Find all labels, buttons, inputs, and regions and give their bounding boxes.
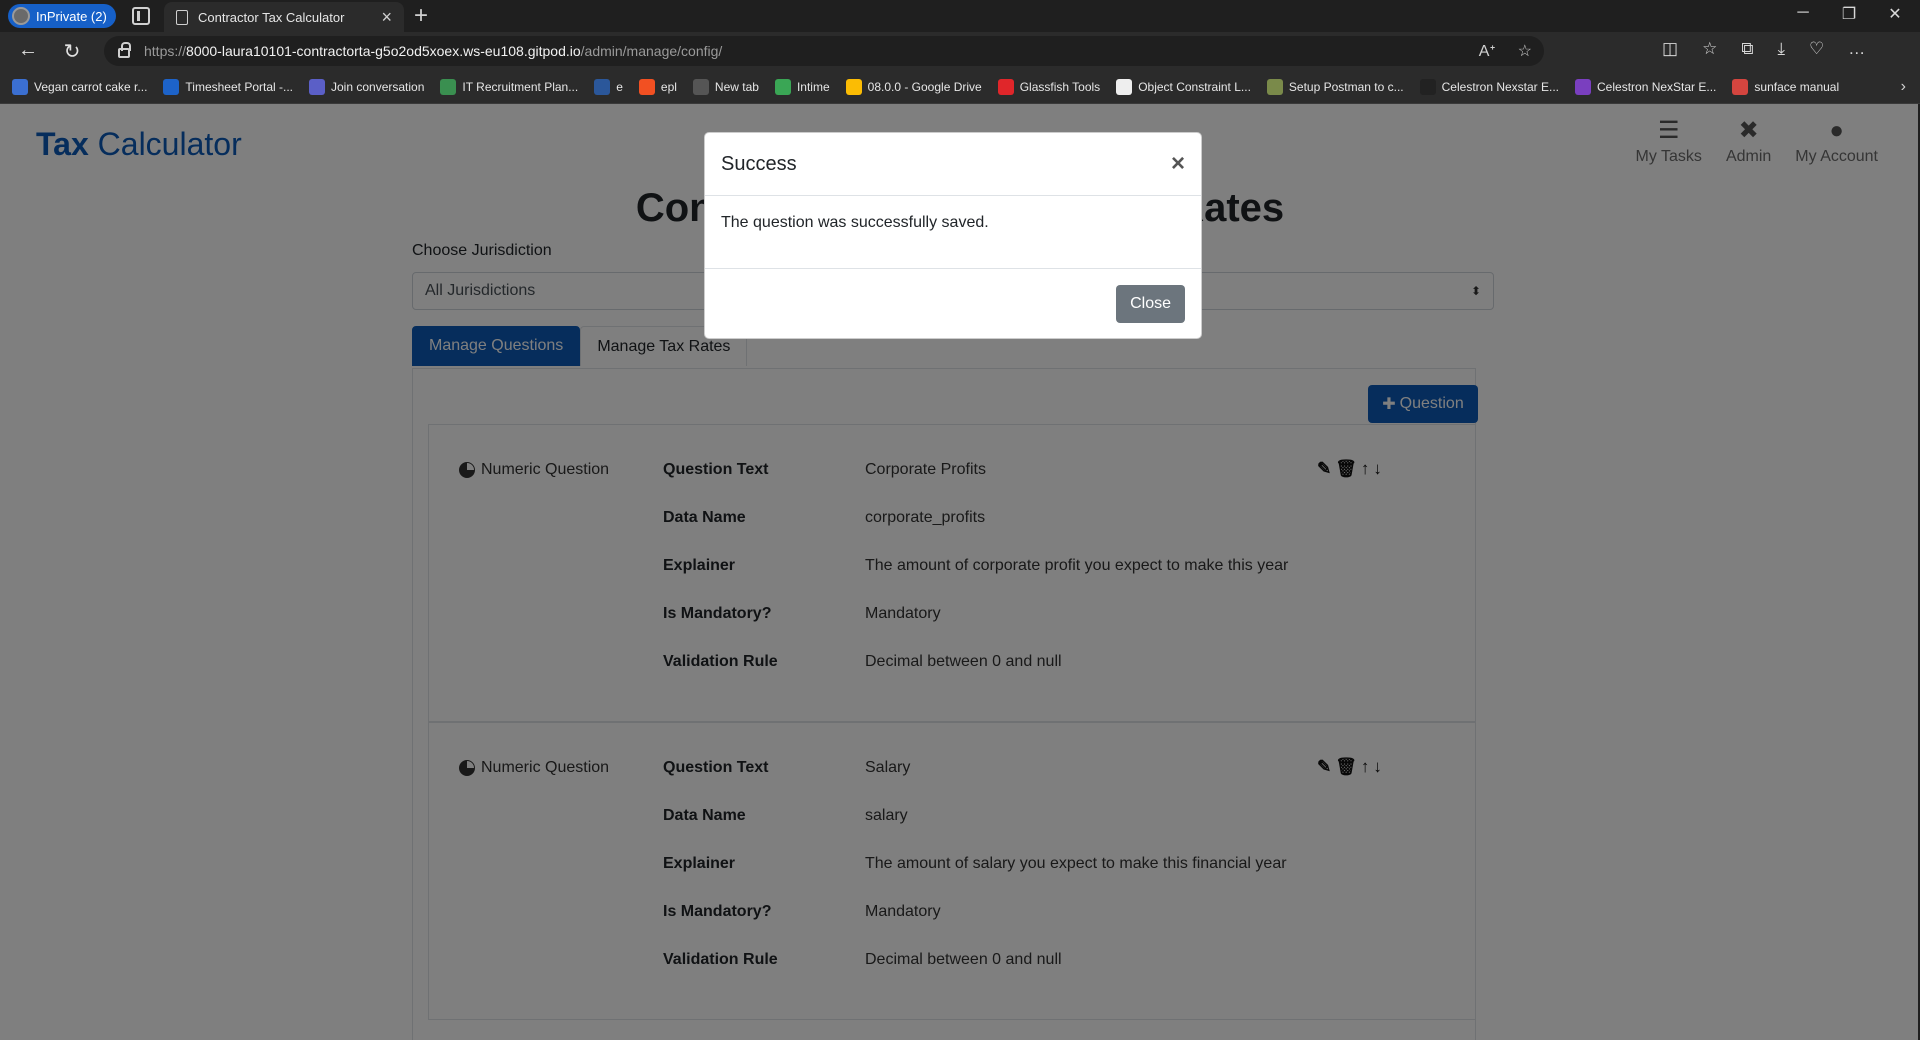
close-icon[interactable]: × (1171, 150, 1185, 178)
bookmark-favicon-icon (163, 78, 180, 95)
refresh-icon[interactable]: ↻ (58, 39, 86, 64)
performance-icon[interactable]: ♡ (1809, 39, 1824, 59)
browser-tab[interactable]: Contractor Tax Calculator × (164, 2, 404, 32)
bookmarks-bar: Vegan carrot cake r... Timesheet Portal -… (0, 70, 1920, 104)
url-path: /admin/manage/config/ (580, 43, 723, 59)
split-screen-icon[interactable]: ◫ (1662, 39, 1678, 59)
tab-title: Contractor Tax Calculator (198, 9, 345, 25)
bookmark-item[interactable]: Intime (774, 78, 830, 95)
bookmark-favicon-icon (309, 78, 325, 95)
bookmark-favicon-icon (1575, 78, 1592, 95)
bookmark-label: Setup Postman to c... (1288, 79, 1404, 94)
bookmark-favicon-icon (1419, 78, 1436, 95)
bookmark-label: Celestron NexStar E... (1597, 79, 1717, 94)
bookmarks-overflow-icon[interactable]: › (1901, 78, 1906, 96)
bookmark-label: New tab (714, 79, 759, 94)
bookmark-favicon-icon (1116, 78, 1133, 95)
bookmark-label: epl (660, 79, 677, 94)
modal-title: Success (721, 152, 797, 175)
modal-footer: Close (705, 269, 1201, 339)
browser-tab-strip: InPrivate (2) Contractor Tax Calculator … (0, 0, 1920, 32)
bookmark-label: Celestron Nexstar E... (1441, 79, 1560, 94)
bookmark-label: Timesheet Portal -... (185, 79, 293, 94)
bookmark-favicon-icon (1266, 78, 1283, 95)
modal-header: Success × (705, 133, 1201, 196)
modal-body: The question was successfully saved. (705, 196, 1201, 269)
downloads-icon[interactable]: ⤓ (1777, 39, 1785, 59)
bookmark-label: Glassfish Tools (1019, 79, 1101, 94)
bookmark-label: e (616, 79, 623, 94)
bookmark-label: IT Recruitment Plan... (462, 79, 579, 94)
bookmark-item[interactable]: IT Recruitment Plan... (440, 78, 579, 95)
minimize-icon[interactable]: ─ (1780, 4, 1826, 22)
bookmark-favicon-icon (774, 78, 791, 95)
bookmark-label: Vegan carrot cake r... (34, 79, 148, 94)
bookmark-item[interactable]: Setup Postman to c... (1266, 78, 1404, 95)
bookmark-label: 08.0.0 - Google Drive (867, 79, 982, 94)
bookmark-favicon-icon (440, 78, 457, 95)
bookmark-label: Object Constraint L... (1138, 79, 1251, 94)
success-modal: Success × The question was successfully … (704, 132, 1202, 339)
close-tab-icon[interactable]: × (381, 7, 392, 28)
bookmark-favicon-icon (594, 78, 611, 95)
bookmark-favicon-icon (845, 78, 862, 95)
page-icon (176, 9, 188, 25)
bookmark-favicon-icon (638, 78, 655, 95)
bookmark-item[interactable]: Celestron NexStar E... (1575, 78, 1717, 95)
bookmark-item[interactable]: Celestron Nexstar E... (1419, 78, 1560, 95)
bookmark-favicon-icon (692, 78, 709, 95)
window-close-icon[interactable]: ✕ (1872, 4, 1918, 24)
profile-avatar (12, 7, 30, 25)
new-tab-icon[interactable]: + (414, 2, 428, 30)
collections-icon[interactable]: ⧉ (1741, 39, 1753, 59)
bookmark-favicon-icon (1732, 78, 1749, 95)
address-toolbar: ← ↻ https://8000-laura10101-contractorta… (0, 32, 1920, 70)
bookmark-item[interactable]: Glassfish Tools (997, 78, 1101, 95)
lock-icon (118, 42, 131, 58)
bookmark-favicon-icon (12, 78, 28, 95)
bookmark-favicon-icon (997, 78, 1014, 95)
bookmark-label: Intime (796, 79, 830, 94)
bookmark-item[interactable]: e (594, 78, 623, 95)
bookmark-label: Join conversation (331, 79, 425, 94)
close-button[interactable]: Close (1116, 285, 1185, 323)
url-protocol: https:// (144, 43, 187, 59)
bookmark-item[interactable]: 08.0.0 - Google Drive (845, 78, 982, 95)
favorites-icon[interactable]: ☆ (1702, 39, 1717, 59)
settings-more-icon[interactable]: … (1848, 39, 1865, 59)
url-bar[interactable]: https://8000-laura10101-contractorta-g5o… (104, 36, 1544, 66)
bookmark-label: sunface manual (1754, 79, 1840, 94)
bookmark-item[interactable]: New tab (692, 78, 759, 95)
bookmark-item[interactable]: sunface manual (1732, 78, 1840, 95)
inprivate-label: InPrivate (2) (36, 8, 107, 24)
read-aloud-icon[interactable]: Aᐩ (1479, 41, 1496, 61)
bookmark-item[interactable]: Vegan carrot cake r... (12, 78, 148, 95)
bookmark-item[interactable]: Object Constraint L... (1116, 78, 1251, 95)
favorite-star-icon[interactable]: ☆ (1518, 41, 1532, 61)
back-icon[interactable]: ← (14, 39, 42, 62)
tab-actions-icon[interactable] (132, 7, 150, 25)
bookmark-item[interactable]: epl (638, 78, 677, 95)
restore-icon[interactable]: ❐ (1826, 4, 1872, 24)
url-host: 8000-laura10101-contractorta-g5o2od5xoex… (186, 43, 581, 59)
inprivate-badge[interactable]: InPrivate (2) (8, 4, 116, 28)
bookmark-item[interactable]: Timesheet Portal -... (163, 78, 293, 95)
bookmark-item[interactable]: Join conversation (309, 78, 425, 95)
